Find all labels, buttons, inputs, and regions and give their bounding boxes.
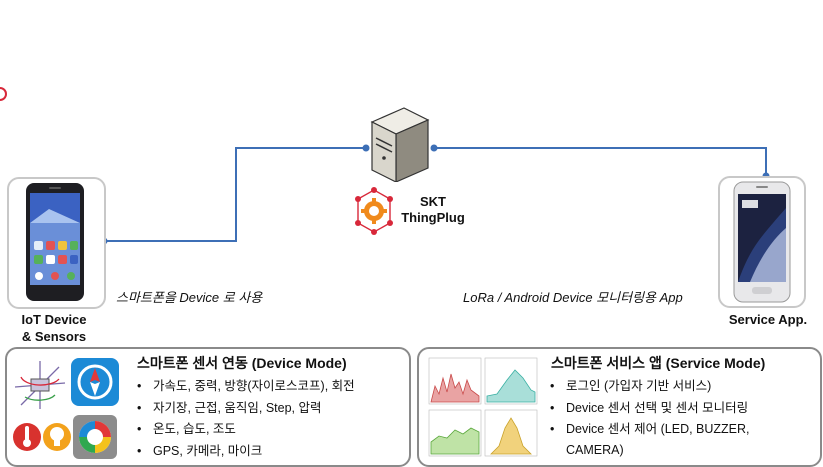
- service-app-caption: Service App.: [728, 312, 808, 327]
- compass-icon: [71, 358, 119, 406]
- list-item: 로그인 (가입자 기반 서비스): [548, 376, 750, 398]
- iot-device-caption-line1: IoT Device: [21, 312, 87, 327]
- service-mode-panel: 스마트폰 서비스 앱 (Service Mode) 로그인 (가입자 기반 서비…: [417, 347, 822, 467]
- list-item: Device 센서 제어 (LED, BUZZER,: [548, 419, 750, 441]
- axes-icon: [14, 361, 66, 409]
- platform-label-line1: SKT: [420, 194, 446, 209]
- thingplug-logo-icon: [355, 187, 393, 235]
- list-item: Device 센서 선택 및 센서 모니터링: [548, 398, 750, 420]
- iot-device-phone-frame: [7, 177, 106, 309]
- list-item: 가속도, 중력, 방향(자이로스코프), 회전: [135, 376, 355, 398]
- edge-label-service: LoRa / Android Device 모니터링용 App: [463, 290, 683, 305]
- device-mode-title: 스마트폰 센서 연동 (Device Mode): [137, 355, 347, 371]
- list-item: 자기장, 근접, 움직임, Step, 압력: [135, 398, 355, 420]
- service-mode-list: 로그인 (가입자 기반 서비스) Device 센서 선택 및 센서 모니터링 …: [548, 376, 750, 441]
- list-item: GPS, 카메라, 마이크: [135, 441, 355, 463]
- samsung-phone-icon: [733, 181, 791, 303]
- light-bulb-icon: [43, 423, 71, 451]
- iot-device-caption-line2: & Sensors: [21, 329, 87, 344]
- platform-label-line2: ThingPlug: [401, 210, 465, 225]
- sensor-charts-thumbnail: [428, 357, 538, 457]
- thermometer-icon: [13, 423, 41, 451]
- service-app-phone-frame: [718, 176, 806, 308]
- service-mode-list-continuation: CAMERA): [566, 443, 624, 457]
- android-phone-icon: [26, 183, 84, 301]
- server-icon: [370, 107, 430, 182]
- edge-label-device: 스마트폰을 Device 로 사용: [116, 290, 263, 305]
- device-mode-list: 가속도, 중력, 방향(자이로스코프), 회전 자기장, 근접, 움직임, St…: [135, 376, 355, 462]
- platform-label: SKT ThingPlug: [392, 194, 474, 226]
- list-item: 온도, 습도, 조도: [135, 419, 355, 441]
- camera-icon: [73, 415, 117, 459]
- iot-device-caption: IoT Device & Sensors: [0, 311, 108, 345]
- service-mode-title: 스마트폰 서비스 앱 (Service Mode): [551, 355, 766, 371]
- device-mode-panel: 스마트폰 센서 연동 (Device Mode) 가속도, 중력, 방향(자이로…: [5, 347, 411, 467]
